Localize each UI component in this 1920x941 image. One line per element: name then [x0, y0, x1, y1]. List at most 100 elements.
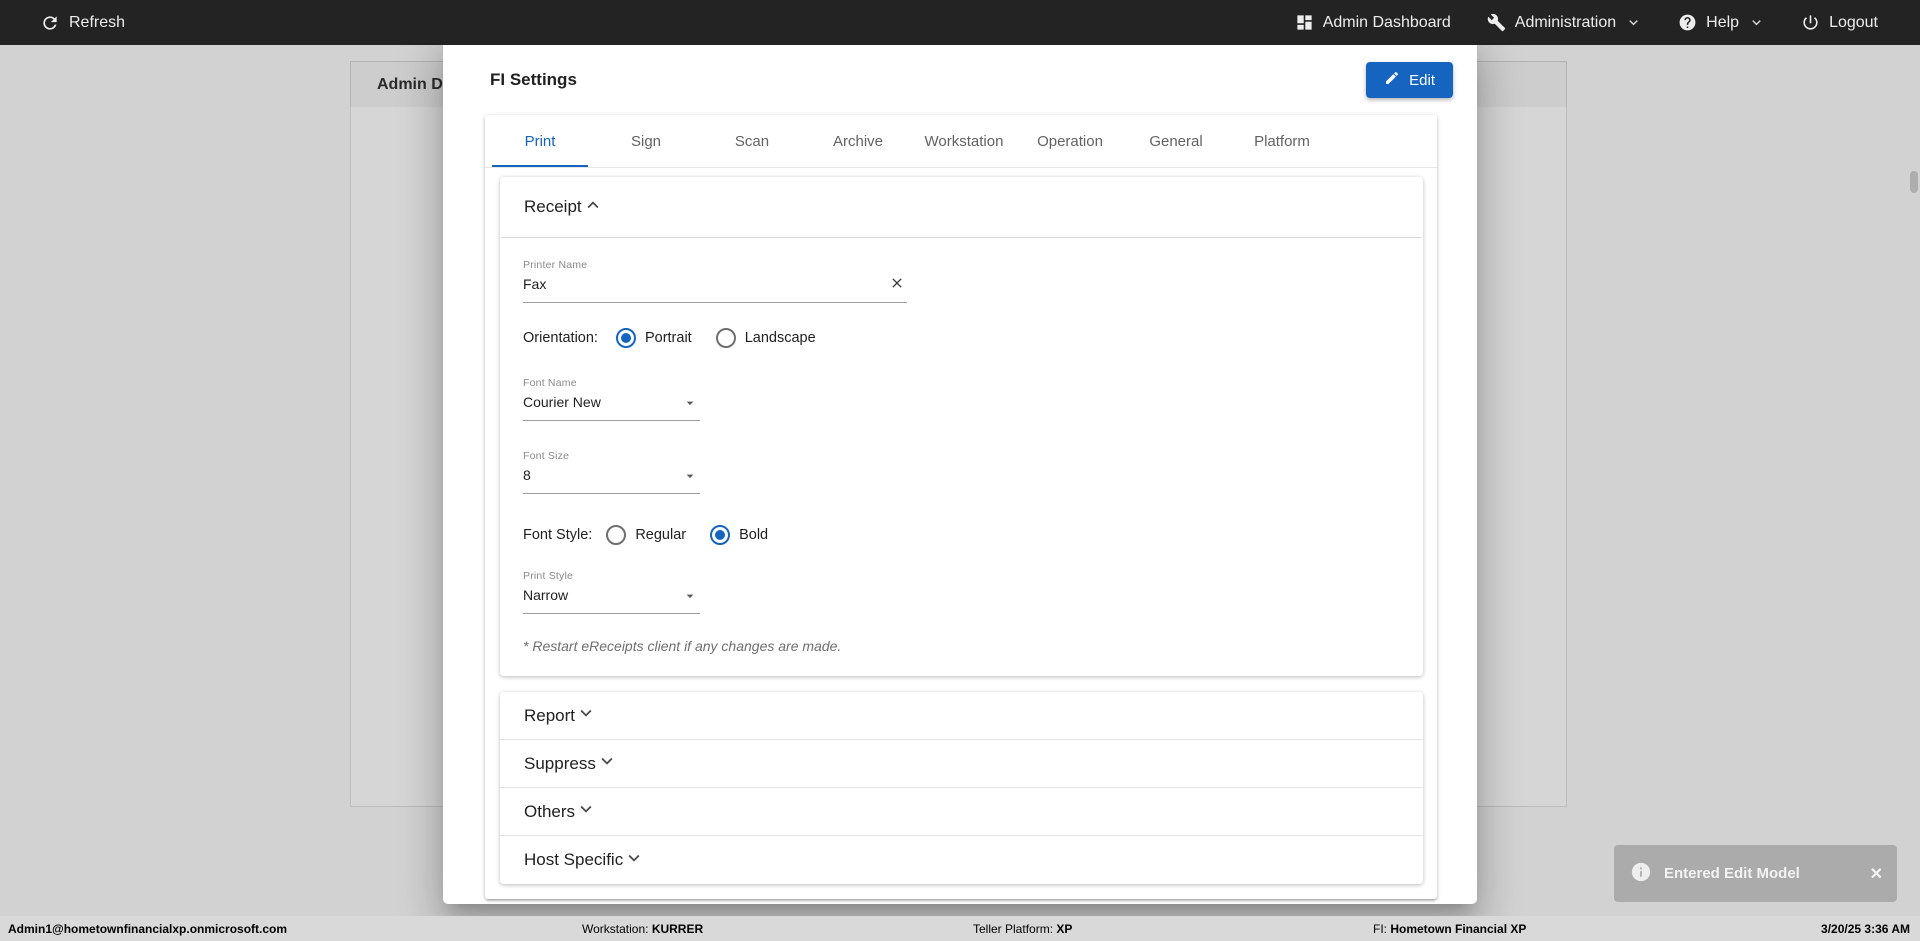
toast-notification: Entered Edit Model ✕ [1614, 845, 1897, 902]
logout-button[interactable]: Logout [1801, 13, 1878, 32]
refresh-icon [40, 13, 60, 33]
fi-value: Hometown Financial XP [1390, 921, 1527, 936]
tab-operation[interactable]: Operation [1017, 115, 1123, 167]
others-title: Others [524, 801, 576, 821]
toast-message: Entered Edit Model [1664, 865, 1800, 882]
chevron-down-icon [623, 847, 645, 874]
orientation-portrait-label: Portrait [644, 330, 692, 346]
status-datetime: 3/20/25 3:36 AM [1821, 921, 1910, 936]
status-teller-platform: Teller Platform: XP [973, 922, 1072, 936]
font-name-label: Font Name [523, 377, 577, 389]
font-style-label: Font Style: [523, 527, 593, 543]
refresh-label: Refresh [69, 13, 126, 31]
font-size-label: Font Size [523, 450, 570, 462]
help-menu[interactable]: Help [1678, 13, 1765, 32]
page-scrollbar-thumb[interactable] [1910, 171, 1918, 193]
receipt-body: Printer Name Fax Orientation: Portrait L [500, 238, 1423, 676]
workstation-value: KURRER [651, 921, 704, 936]
dropdown-arrow-icon [682, 395, 698, 416]
chevron-up-icon [582, 194, 604, 221]
power-icon [1801, 13, 1820, 32]
tab-general[interactable]: General [1123, 115, 1229, 167]
dialog-title: FI Settings [490, 70, 577, 89]
printer-name-label: Printer Name [523, 259, 588, 271]
suppress-accordion-header[interactable]: Suppress [500, 740, 1423, 788]
tab-scan[interactable]: Scan [699, 115, 805, 167]
receipt-accordion-header[interactable]: Receipt [500, 177, 1423, 237]
edit-button-label: Edit [1409, 71, 1435, 89]
help-circle-icon [1678, 13, 1697, 32]
host-specific-accordion-header[interactable]: Host Specific [500, 836, 1423, 884]
administration-menu[interactable]: Administration [1487, 13, 1642, 32]
font-name-value: Courier New [523, 394, 601, 410]
restart-note: * Restart eReceipts client if any change… [523, 638, 842, 654]
tab-workstation[interactable]: Workstation [911, 115, 1017, 167]
orientation-row: Orientation: Portrait Landscape [523, 328, 1399, 348]
logout-label: Logout [1829, 13, 1878, 31]
orientation-landscape-radio[interactable] [715, 328, 736, 348]
print-tab-content: Receipt Printer Name Fax Orientation: Po… [485, 168, 1437, 884]
tab-archive[interactable]: Archive [805, 115, 911, 167]
tab-print[interactable]: Print [487, 115, 593, 167]
administration-label: Administration [1514, 13, 1617, 31]
tab-print-label: Print [524, 132, 556, 150]
dashboard-grid-icon [1295, 13, 1314, 32]
tab-operation-label: Operation [1037, 132, 1103, 150]
printer-name-input[interactable]: Fax [523, 271, 907, 303]
admin-dashboard-label: Admin Dashboard [1322, 13, 1451, 31]
status-user: Admin1@hometownfinancialxp.onmicrosoft.c… [8, 921, 288, 936]
tab-scan-label: Scan [734, 132, 770, 150]
font-style-regular-label: Regular [635, 527, 687, 543]
dialog-header: FI Settings Edit [443, 37, 1477, 101]
workstation-label: Workstation: [582, 921, 649, 936]
toast-close-icon[interactable]: ✕ [1870, 864, 1883, 884]
report-accordion-header[interactable]: Report [500, 692, 1423, 740]
fi-settings-dialog: FI Settings Edit Print Sign Scan Archive… [443, 37, 1477, 904]
font-style-row: Font Style: Regular Bold [523, 525, 1399, 545]
tab-bar: Print Sign Scan Archive Workstation Oper… [485, 115, 1437, 168]
dropdown-arrow-icon [682, 588, 698, 609]
tab-platform[interactable]: Platform [1229, 115, 1335, 167]
orientation-landscape-label: Landscape [744, 330, 816, 346]
clear-icon[interactable] [889, 275, 905, 296]
chevron-down-icon [1625, 14, 1642, 31]
background-page-title: Admin D [377, 75, 443, 93]
printer-name-value: Fax [523, 276, 547, 292]
admin-dashboard-link[interactable]: Admin Dashboard [1295, 13, 1451, 32]
edit-button[interactable]: Edit [1366, 62, 1453, 98]
tab-sign-label: Sign [630, 132, 662, 150]
font-size-value: 8 [523, 467, 531, 483]
chevron-down-icon [575, 702, 597, 729]
others-accordion-header[interactable]: Others [500, 788, 1423, 836]
tab-archive-label: Archive [832, 132, 884, 150]
top-navigation-bar: Refresh Admin Dashboard Administration H… [0, 0, 1920, 45]
teller-platform-label: Teller Platform: [973, 921, 1054, 936]
tab-general-label: General [1149, 132, 1203, 150]
font-style-regular-radio[interactable] [606, 525, 627, 545]
info-icon [1630, 861, 1652, 887]
status-bar: Admin1@hometownfinancialxp.onmicrosoft.c… [0, 916, 1920, 941]
receipt-accordion: Receipt Printer Name Fax Orientation: Po… [500, 177, 1423, 676]
font-name-select[interactable]: Courier New [523, 389, 700, 421]
collapsed-sections: Report Suppress Others Host Specific [500, 692, 1423, 884]
chevron-down-icon [596, 750, 618, 777]
chevron-down-icon [1748, 14, 1765, 31]
orientation-portrait-radio[interactable] [615, 328, 636, 348]
font-style-bold-radio[interactable] [710, 525, 731, 545]
suppress-title: Suppress [524, 753, 596, 773]
print-style-select[interactable]: Narrow [523, 582, 700, 614]
help-label: Help [1706, 13, 1740, 31]
print-style-value: Narrow [523, 587, 569, 603]
font-size-select[interactable]: 8 [523, 462, 700, 494]
report-title: Report [524, 705, 576, 725]
receipt-title: Receipt [524, 197, 582, 216]
teller-platform-value: XP [1056, 921, 1073, 936]
tab-sign[interactable]: Sign [593, 115, 699, 167]
host-specific-title: Host Specific [524, 850, 624, 869]
tab-workstation-label: Workstation [924, 132, 1004, 150]
settings-card: Print Sign Scan Archive Workstation Oper… [485, 115, 1437, 899]
refresh-button[interactable]: Refresh [40, 13, 125, 33]
orientation-label: Orientation: [523, 330, 598, 346]
chevron-down-icon [575, 798, 597, 825]
tab-platform-label: Platform [1254, 132, 1310, 150]
